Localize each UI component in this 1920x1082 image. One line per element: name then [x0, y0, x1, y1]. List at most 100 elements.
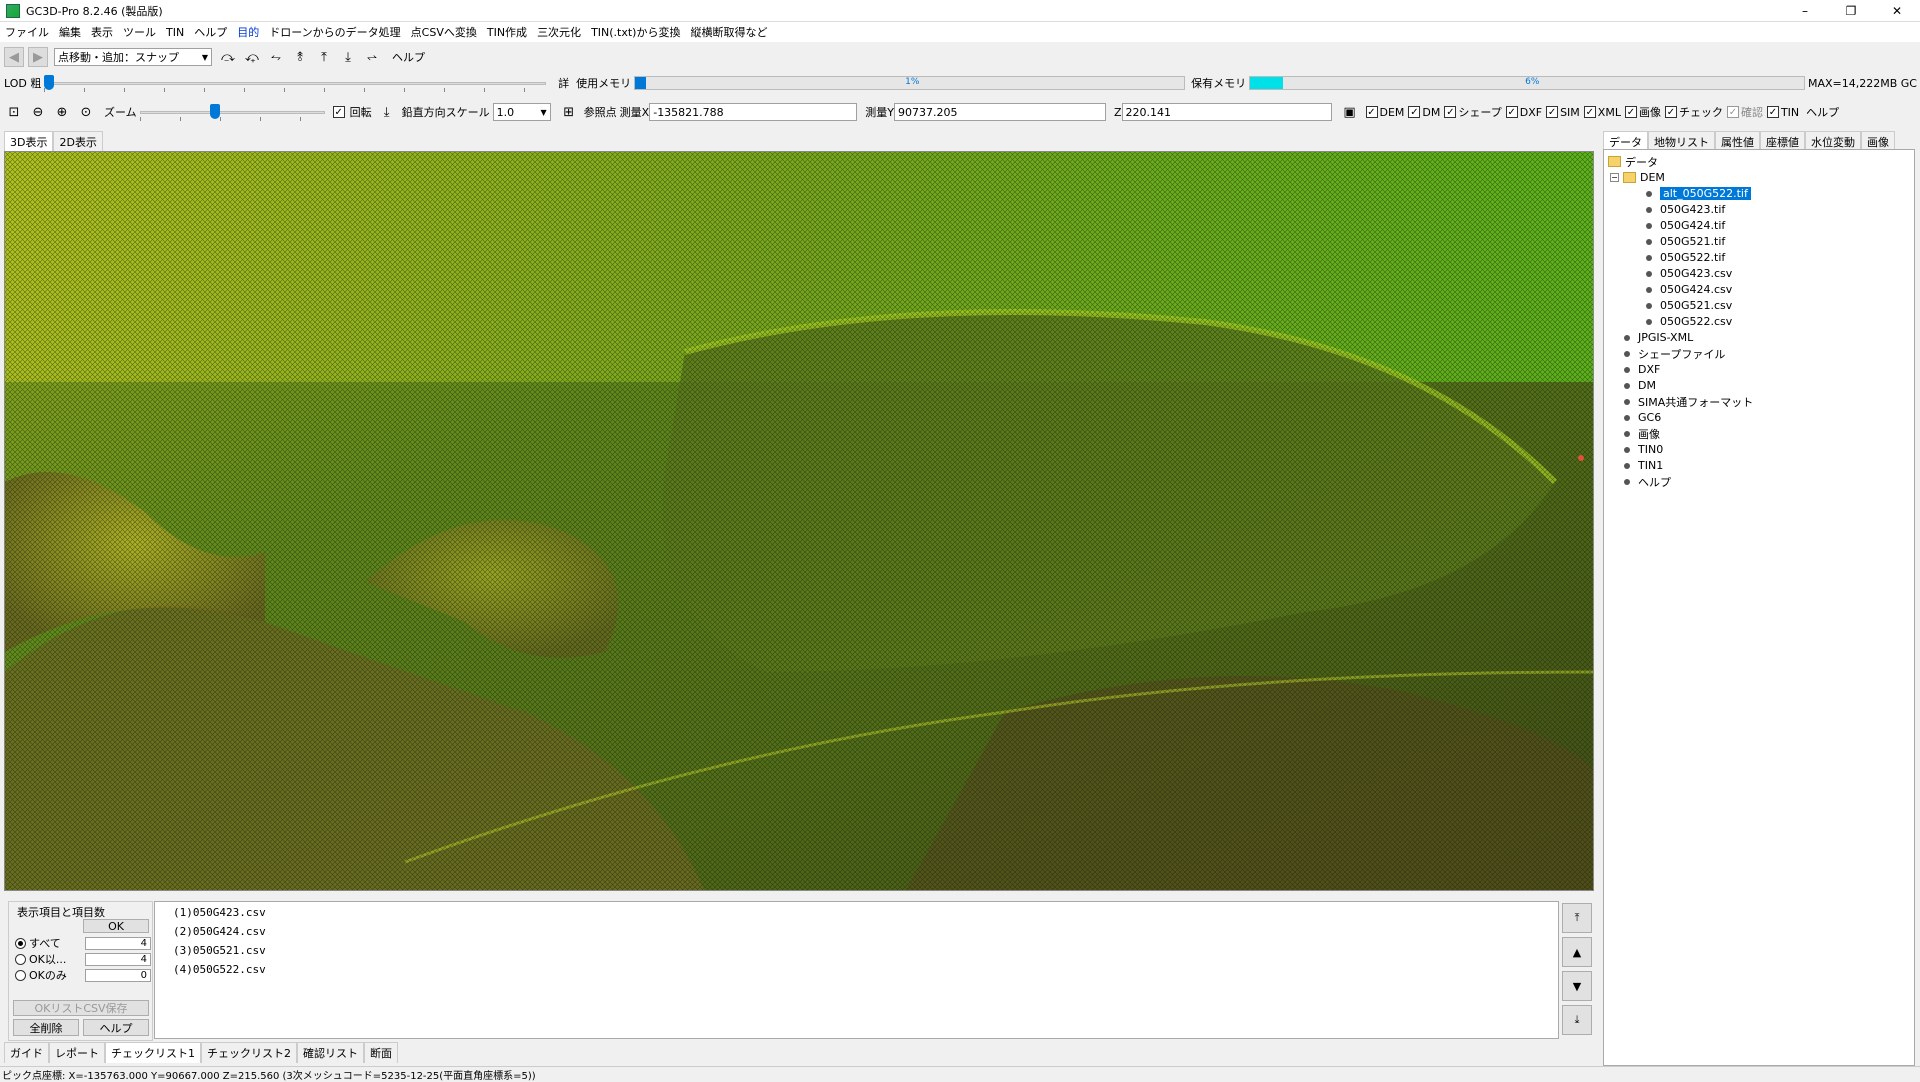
list-item[interactable]: (1)050G423.csv [173, 906, 266, 919]
menu-tin[interactable]: TIN [161, 26, 189, 39]
tab-checklist-2[interactable]: チェックリスト2 [201, 1042, 297, 1063]
tree-dem-item[interactable]: 050G521.tif [1646, 234, 1725, 249]
tab-image[interactable]: 画像 [1861, 131, 1895, 149]
layer-shape-checkbox[interactable]: ✓ [1444, 106, 1457, 118]
fit-view-icon[interactable]: ⊡ [4, 102, 24, 122]
point-insert-icon[interactable]: ⥊ [266, 47, 286, 67]
tree-node[interactable]: DXF [1624, 362, 1660, 377]
menu-view[interactable]: 表示 [86, 24, 118, 40]
list-item[interactable]: (3)050G521.csv [173, 944, 266, 957]
reference-point-icon[interactable]: ⊞ [559, 102, 579, 122]
ok-list-csv-save-button[interactable]: OKリストCSV保存 [13, 1000, 149, 1016]
tree-dem-item[interactable]: 050G423.tif [1646, 202, 1725, 217]
collapse-icon[interactable]: − [1610, 173, 1619, 182]
point-delete-icon[interactable]: ⥋ [362, 47, 382, 67]
toolbar1-help[interactable]: ヘルプ [392, 49, 425, 65]
lod-slider[interactable] [44, 74, 547, 92]
lod-slider-thumb[interactable] [44, 75, 55, 90]
layer-sim-checkbox[interactable]: ✓ [1546, 106, 1559, 118]
radio-ok-only[interactable]: OKのみ 0 [15, 967, 151, 983]
tree-root[interactable]: データ [1608, 154, 1658, 169]
tab-2d-view[interactable]: 2D表示 [53, 130, 103, 152]
toolbar2-help[interactable]: ヘルプ [1806, 104, 1839, 120]
tree-dem-item[interactable]: 050G423.csv [1646, 266, 1732, 281]
delete-all-button[interactable]: 全削除 [13, 1019, 79, 1036]
list-item[interactable]: (4)050G522.csv [173, 963, 266, 976]
list-item[interactable]: (2)050G424.csv [173, 925, 266, 938]
tree-node[interactable]: 画像 [1624, 426, 1660, 441]
tab-checklist-1[interactable]: チェックリスト1 [105, 1042, 201, 1063]
layer-check-checkbox[interactable]: ✓ [1664, 106, 1677, 118]
point-move-icon[interactable]: ⤼ [218, 47, 238, 67]
tree-dem-item[interactable]: 050G521.csv [1646, 298, 1732, 313]
scroll-top-button[interactable]: ⤒ [1562, 903, 1592, 933]
ok-button[interactable]: OK [83, 919, 149, 933]
radio-all[interactable]: すべて 4 [15, 935, 151, 951]
tree-node[interactable]: SIMA共通フォーマット [1624, 394, 1753, 409]
redo-button[interactable]: ▶ [28, 47, 48, 67]
z-field[interactable]: 220.141 [1121, 103, 1332, 121]
rotate-checkbox[interactable]: ✓ [332, 106, 345, 118]
layer-confirm-checkbox[interactable]: ✓ [1726, 106, 1739, 118]
survey-y-field[interactable]: 90737.205 [893, 103, 1106, 121]
tree-dem-item[interactable]: 050G522.csv [1646, 314, 1732, 329]
terrain-render[interactable] [5, 152, 1594, 891]
layer-tin-checkbox[interactable]: ✓ [1766, 106, 1779, 118]
tab-guide[interactable]: ガイド [4, 1042, 49, 1063]
layer-dem-checkbox[interactable]: ✓ [1365, 106, 1378, 118]
menu-tin-create[interactable]: TIN作成 [482, 24, 532, 40]
tab-confirm-list[interactable]: 確認リスト [297, 1042, 364, 1063]
menu-3d[interactable]: 三次元化 [532, 24, 586, 40]
tree-node[interactable]: TIN0 [1624, 442, 1663, 457]
menu-tin-txt[interactable]: TIN(.txt)から変換 [586, 24, 685, 40]
layer-dm-checkbox[interactable]: ✓ [1408, 106, 1421, 118]
tab-data[interactable]: データ [1603, 131, 1648, 149]
zoom-slider[interactable] [139, 103, 325, 121]
tree-node[interactable]: TIN1 [1624, 458, 1663, 473]
3d-viewport[interactable] [4, 151, 1594, 891]
layer-image-checkbox[interactable]: ✓ [1624, 106, 1637, 118]
point-lower-icon[interactable]: ⤓ [338, 47, 358, 67]
tree-node[interactable]: GC6 [1624, 410, 1661, 425]
tab-report[interactable]: レポート [49, 1042, 105, 1063]
layer-dxf-checkbox[interactable]: ✓ [1505, 106, 1518, 118]
tab-3d-view[interactable]: 3D表示 [4, 130, 54, 152]
menu-drone[interactable]: ドローンからのデータ処理 [264, 24, 405, 40]
edit-mode-select[interactable]: 点移動・追加：スナップ ▼ [54, 48, 212, 66]
check-list[interactable]: (1)050G423.csv (2)050G424.csv (3)050G521… [154, 901, 1559, 1039]
tree-node[interactable]: JPGIS-XML [1624, 330, 1693, 345]
point-add-icon[interactable]: ⤽ [242, 47, 262, 67]
minimize-button[interactable]: – [1782, 0, 1828, 22]
vertical-scale-select[interactable]: 1.0 ▼ [492, 103, 551, 121]
zoom-out-icon[interactable]: ⊖ [28, 102, 48, 122]
tree-dem-item[interactable]: 050G522.tif [1646, 250, 1725, 265]
tab-attributes[interactable]: 属性値 [1715, 131, 1760, 149]
radio-ok-or-more-circle[interactable] [15, 953, 26, 965]
tab-cross-section[interactable]: 断面 [364, 1042, 398, 1063]
maximize-button[interactable]: ❐ [1828, 0, 1874, 22]
menu-file[interactable]: ファイル [0, 24, 54, 40]
point-lift-icon[interactable]: ⤒ [314, 47, 334, 67]
radio-ok-only-circle[interactable] [15, 969, 26, 981]
radio-ok-or-more[interactable]: OK以... 4 [15, 951, 151, 967]
radio-all-circle[interactable] [15, 937, 26, 949]
tab-feature-list[interactable]: 地物リスト [1648, 131, 1715, 149]
tab-water-level[interactable]: 水位変動 [1805, 131, 1861, 149]
tree-node[interactable]: DM [1624, 378, 1656, 393]
bottom-help-button[interactable]: ヘルプ [83, 1019, 149, 1036]
zoom-window-icon[interactable]: ⊙ [76, 102, 96, 122]
scroll-up-button[interactable]: ▲ [1562, 937, 1592, 967]
menu-edit[interactable]: 編集 [54, 24, 86, 40]
undo-button[interactable]: ◀ [4, 47, 24, 67]
menu-tools[interactable]: ツール [118, 24, 161, 40]
tree-node[interactable]: シェープファイル [1624, 346, 1725, 361]
download-icon[interactable]: ⤓ [377, 102, 397, 122]
layer-xml-checkbox[interactable]: ✓ [1583, 106, 1596, 118]
menu-help[interactable]: ヘルプ [189, 24, 232, 40]
menu-to-csv[interactable]: 点CSVへ変換 [406, 24, 482, 40]
survey-x-field[interactable]: -135821.788 [649, 103, 858, 121]
close-button[interactable]: ✕ [1874, 0, 1920, 22]
tree-dem-item[interactable]: 050G424.csv [1646, 282, 1732, 297]
zoom-in-icon[interactable]: ⊕ [52, 102, 72, 122]
menu-purpose[interactable]: 目的 [232, 24, 264, 40]
